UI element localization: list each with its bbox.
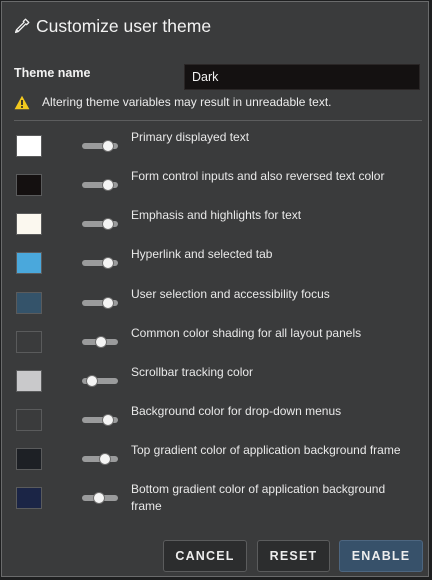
divider: [14, 120, 422, 121]
customize-theme-dialog: Customize user theme Theme name Altering…: [1, 1, 429, 577]
slider-thumb[interactable]: [99, 453, 111, 465]
slider-thumb[interactable]: [102, 140, 114, 152]
opacity-slider[interactable]: [82, 139, 118, 153]
theme-name-input[interactable]: [184, 64, 420, 90]
color-swatch[interactable]: [16, 331, 42, 353]
theme-variable-label: Form control inputs and also reversed te…: [131, 169, 385, 183]
opacity-slider[interactable]: [82, 178, 118, 192]
dialog-titlebar: Customize user theme: [13, 14, 211, 38]
theme-variable-row: Hyperlink and selected tab: [16, 247, 422, 282]
opacity-slider[interactable]: [82, 256, 118, 270]
theme-variable-label: Emphasis and highlights for text: [131, 208, 302, 222]
slider-thumb[interactable]: [102, 297, 114, 309]
warning-triangle-icon: [14, 95, 30, 110]
eyedropper-icon: [13, 17, 31, 35]
theme-variable-label: Top gradient color of application backgr…: [131, 443, 401, 457]
warning-text: Altering theme variables may result in u…: [42, 95, 332, 109]
opacity-slider[interactable]: [82, 335, 118, 349]
color-swatch[interactable]: [16, 213, 42, 235]
cancel-button[interactable]: CANCEL: [163, 540, 247, 572]
opacity-slider[interactable]: [82, 296, 118, 310]
theme-variable-row: Scrollbar tracking color: [16, 365, 422, 400]
opacity-slider[interactable]: [82, 217, 118, 231]
color-swatch[interactable]: [16, 448, 42, 470]
slider-thumb[interactable]: [102, 414, 114, 426]
dialog-title: Customize user theme: [36, 15, 212, 36]
theme-variable-row: Common color shading for all layout pane…: [16, 326, 422, 361]
theme-variable-row: Bottom gradient color of application bac…: [16, 482, 422, 517]
slider-thumb[interactable]: [102, 257, 114, 269]
opacity-slider[interactable]: [82, 452, 118, 466]
color-swatch[interactable]: [16, 409, 42, 431]
color-swatch[interactable]: [16, 487, 42, 509]
theme-variable-label: Primary displayed text: [131, 130, 250, 144]
slider-thumb[interactable]: [95, 336, 107, 348]
color-swatch[interactable]: [16, 370, 42, 392]
theme-name-label: Theme name: [14, 66, 91, 80]
enable-button[interactable]: ENABLE: [339, 540, 423, 572]
theme-variable-label: Background color for drop-down menus: [131, 404, 342, 418]
reset-button[interactable]: RESET: [257, 540, 330, 572]
theme-variable-row: Background color for drop-down menus: [16, 404, 422, 439]
slider-thumb[interactable]: [102, 179, 114, 191]
theme-variable-label: Hyperlink and selected tab: [131, 247, 273, 261]
theme-variable-label: Bottom gradient color of application bac…: [131, 482, 386, 513]
opacity-slider[interactable]: [82, 491, 118, 505]
theme-variable-label: Scrollbar tracking color: [131, 365, 254, 379]
opacity-slider[interactable]: [82, 374, 118, 388]
slider-thumb[interactable]: [102, 218, 114, 230]
color-swatch[interactable]: [16, 174, 42, 196]
theme-variable-row: Primary displayed text: [16, 130, 422, 165]
theme-variable-row: User selection and accessibility focus: [16, 287, 422, 322]
theme-variable-row: Top gradient color of application backgr…: [16, 443, 422, 478]
theme-variable-label: Common color shading for all layout pane…: [131, 326, 362, 340]
color-swatch[interactable]: [16, 252, 42, 274]
theme-variable-label: User selection and accessibility focus: [131, 287, 330, 301]
warning-message: Altering theme variables may result in u…: [14, 93, 331, 111]
slider-thumb[interactable]: [93, 492, 105, 504]
color-swatch[interactable]: [16, 135, 42, 157]
slider-thumb[interactable]: [86, 375, 98, 387]
color-swatch[interactable]: [16, 292, 42, 314]
theme-variable-row: Form control inputs and also reversed te…: [16, 169, 422, 204]
opacity-slider[interactable]: [82, 413, 118, 427]
theme-variable-row: Emphasis and highlights for text: [16, 208, 422, 243]
